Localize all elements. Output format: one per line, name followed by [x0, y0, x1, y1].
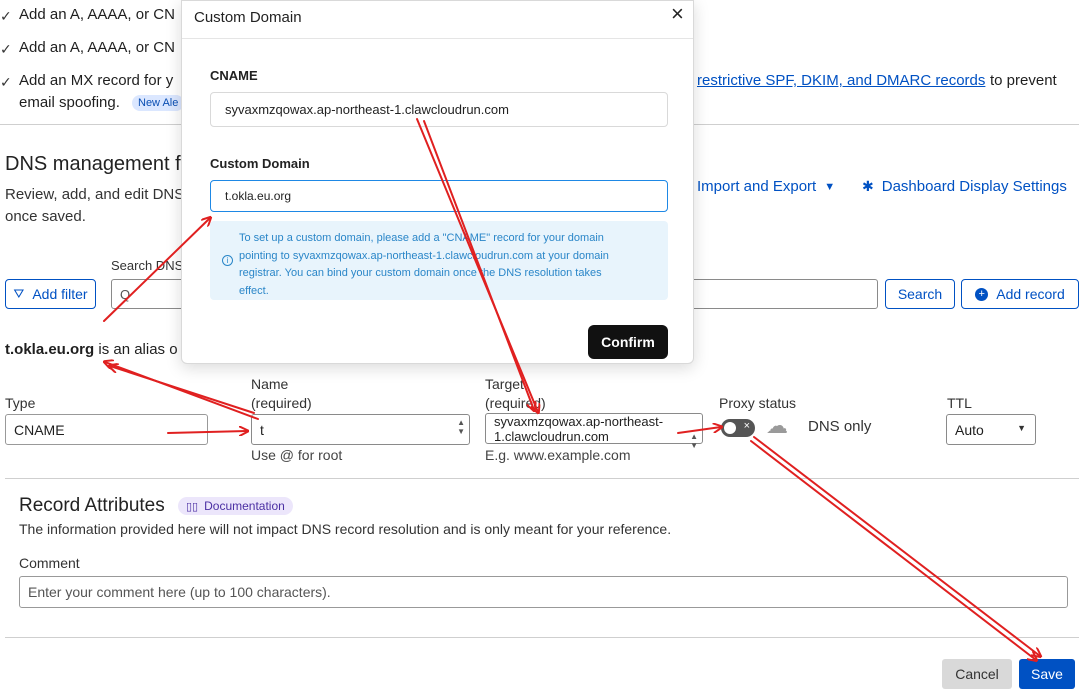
custom-domain-value: t.okla.eu.org: [225, 189, 292, 203]
info-icon: i: [222, 255, 233, 266]
cname-label: CNAME: [210, 68, 258, 83]
ttl-label: TTL: [947, 395, 972, 411]
proxy-status-label: Proxy status: [719, 395, 797, 411]
target-input[interactable]: syvaxmzqowax.ap-northeast- 1.clawcloudru…: [485, 413, 703, 450]
dns-desc-line1: Review, add, and edit DNS: [5, 186, 185, 203]
type-label: Type: [5, 395, 36, 411]
dns-management-title: DNS management fo: [5, 153, 192, 175]
stepper-icon: ▲ ▼: [457, 418, 465, 436]
attributes-description: The information provided here will not i…: [19, 521, 672, 537]
alias-notice: t.okla.eu.org is an alias o: [5, 341, 178, 358]
caret-down-icon: ▼: [1017, 423, 1026, 433]
import-export-button[interactable]: Import and Export ▼: [697, 178, 835, 195]
annotation-arrow: [753, 436, 1040, 656]
alias-domain: t.okla.eu.org: [5, 341, 95, 358]
comment-placeholder: Enter your comment here (up to 100 chara…: [28, 584, 331, 600]
checklist-item: Add an A, AAAA, or CN: [19, 6, 175, 23]
cancel-button[interactable]: Cancel: [942, 659, 1012, 689]
info-line: To set up a custom domain, please add a …: [239, 232, 604, 244]
checklist-item: Add an MX record for y: [19, 72, 174, 89]
add-record-button[interactable]: + Add record: [961, 279, 1079, 309]
alias-text: is an alias o: [98, 341, 178, 358]
comment-label: Comment: [19, 555, 80, 571]
info-line: pointing to syvaxmzqowax.ap-northeast-1.…: [239, 249, 609, 262]
target-required: (required): [485, 395, 546, 411]
filter-icon: ⛛: [13, 286, 25, 301]
type-select[interactable]: CNAME: [5, 414, 208, 445]
check-icon: ✓: [0, 74, 12, 90]
gear-icon: ✱: [862, 178, 874, 194]
checklist-item-line2: email spoofing.: [19, 94, 120, 111]
target-label: Target: [485, 376, 524, 392]
spf-dkim-dmarc-link[interactable]: restrictive SPF, DKIM, and DMARC records: [697, 72, 985, 89]
search-button-label: Search: [897, 286, 943, 302]
target-value-line1: syvaxmzqowax.ap-northeast-: [494, 414, 664, 429]
search-button[interactable]: Search: [885, 279, 955, 309]
dashboard-settings-label: Dashboard Display Settings: [881, 178, 1067, 195]
confirm-label: Confirm: [601, 334, 655, 350]
custom-domain-label: Custom Domain: [210, 156, 310, 171]
checklist-item-end: to prevent: [990, 72, 1057, 89]
close-icon: ×: [743, 420, 750, 432]
ttl-value: Auto: [955, 421, 984, 438]
add-filter-label: Add filter: [32, 286, 88, 302]
import-export-label: Import and Export: [697, 178, 817, 195]
name-value: t: [260, 421, 264, 438]
target-hint: E.g. www.example.com: [485, 447, 631, 463]
cloud-icon: ☁: [766, 413, 788, 438]
custom-domain-modal: Custom Domain × CNAME syvaxmzqowax.ap-no…: [181, 0, 694, 364]
name-required: (required): [251, 395, 312, 411]
checklist-item: Add an A, AAAA, or CN: [19, 39, 175, 56]
record-attributes-title: Record Attributes: [19, 495, 165, 516]
name-label: Name: [251, 376, 289, 392]
info-box: i To set up a custom domain, please add …: [210, 221, 668, 300]
documentation-label: Documentation: [204, 499, 285, 513]
type-value: CNAME: [14, 421, 65, 438]
documentation-link[interactable]: ▯▯ Documentation: [178, 497, 293, 515]
name-input[interactable]: t ▲ ▼: [251, 414, 470, 445]
divider: [5, 478, 1079, 479]
target-value-line2: 1.clawcloudrun.com: [494, 429, 609, 444]
caret-down-icon: ▼: [824, 180, 836, 193]
info-line: effect.: [239, 284, 269, 297]
book-icon: ▯▯: [186, 500, 199, 513]
toggle-knob: [724, 422, 736, 434]
add-filter-button[interactable]: ⛛ Add filter: [5, 279, 96, 309]
search-icon: Q: [120, 286, 131, 302]
cancel-label: Cancel: [955, 666, 999, 682]
confirm-button[interactable]: Confirm: [588, 325, 668, 359]
info-text: To set up a custom domain, please add a …: [239, 230, 609, 300]
annotation-arrow: [105, 362, 259, 420]
save-label: Save: [1031, 666, 1063, 682]
modal-header: Custom Domain ×: [182, 1, 693, 39]
save-button[interactable]: Save: [1019, 659, 1075, 689]
info-line: registrar. You can bind your custom doma…: [239, 267, 602, 280]
dns-desc-line2: once saved.: [5, 208, 86, 225]
dashboard-settings-button[interactable]: ✱ Dashboard Display Settings: [862, 178, 1067, 195]
cname-value: syvaxmzqowax.ap-northeast-1.clawcloudrun…: [225, 102, 509, 117]
plus-circle-icon: +: [975, 287, 989, 301]
close-icon[interactable]: ×: [671, 2, 684, 26]
custom-domain-input[interactable]: t.okla.eu.org: [210, 180, 668, 212]
search-label: Search DNS: [111, 258, 184, 273]
add-record-label: Add record: [996, 286, 1065, 302]
comment-input[interactable]: Enter your comment here (up to 100 chara…: [19, 576, 1068, 608]
proxy-toggle[interactable]: ×: [721, 419, 755, 437]
stepper-icon: ▲ ▼: [690, 432, 698, 450]
divider: [5, 637, 1079, 638]
check-icon: ✓: [0, 8, 12, 24]
annotation-arrow: [750, 440, 1036, 660]
modal-title: Custom Domain: [194, 9, 302, 26]
proxy-status-value: DNS only: [808, 418, 872, 435]
check-icon: ✓: [0, 41, 12, 57]
ttl-select[interactable]: Auto ▼: [946, 414, 1036, 445]
name-hint: Use @ for root: [251, 447, 343, 463]
annotation-arrow: [110, 366, 255, 414]
new-alert-badge: New Ale: [132, 95, 185, 111]
cname-input[interactable]: syvaxmzqowax.ap-northeast-1.clawcloudrun…: [210, 92, 668, 127]
